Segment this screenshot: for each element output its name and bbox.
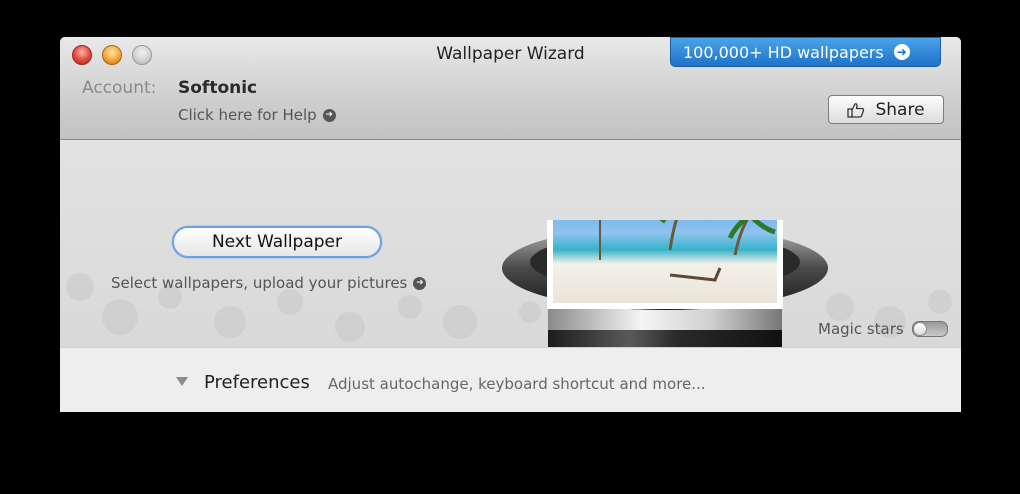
- preferences-label[interactable]: Preferences: [204, 372, 310, 393]
- next-wallpaper-button[interactable]: Next Wallpaper: [172, 226, 382, 258]
- magic-stars-label: Magic stars: [818, 320, 904, 338]
- magic-hat-icon[interactable]: [500, 220, 830, 350]
- share-label: Share: [875, 99, 925, 120]
- preferences-bar[interactable]: Preferences Adjust autochange, keyboard …: [60, 347, 961, 412]
- main-panel: Next Wallpaper Select wallpapers, upload…: [60, 140, 961, 350]
- select-wallpapers-label: Select wallpapers, upload your pictures: [111, 274, 408, 292]
- help-link-label: Click here for Help: [178, 106, 317, 124]
- magic-stars-toggle[interactable]: [911, 321, 948, 337]
- app-window: Wallpaper Wizard 100,000+ HD wallpapers …: [60, 37, 961, 412]
- account-name: Softonic: [178, 78, 258, 98]
- thumbs-up-icon: [847, 102, 865, 118]
- select-wallpapers-link[interactable]: Select wallpapers, upload your pictures …: [111, 274, 427, 292]
- magic-stars-control: Magic stars: [818, 320, 948, 338]
- arrow-right-circle-icon: ➜: [893, 44, 910, 60]
- title-bar: Wallpaper Wizard 100,000+ HD wallpapers …: [60, 37, 961, 140]
- hd-wallpapers-button[interactable]: 100,000+ HD wallpapers ➜: [670, 37, 941, 67]
- disclosure-triangle-icon[interactable]: [176, 377, 188, 386]
- arrow-right-circle-icon: ➜: [413, 276, 427, 290]
- account-label: Account:: [82, 78, 157, 98]
- share-button[interactable]: Share: [828, 95, 944, 124]
- arrow-right-circle-icon: ➜: [322, 108, 336, 122]
- toggle-knob: [912, 322, 927, 336]
- promo-label: 100,000+ HD wallpapers: [683, 42, 884, 62]
- preferences-description: Adjust autochange, keyboard shortcut and…: [328, 375, 706, 393]
- help-link[interactable]: Click here for Help ➜: [178, 106, 336, 124]
